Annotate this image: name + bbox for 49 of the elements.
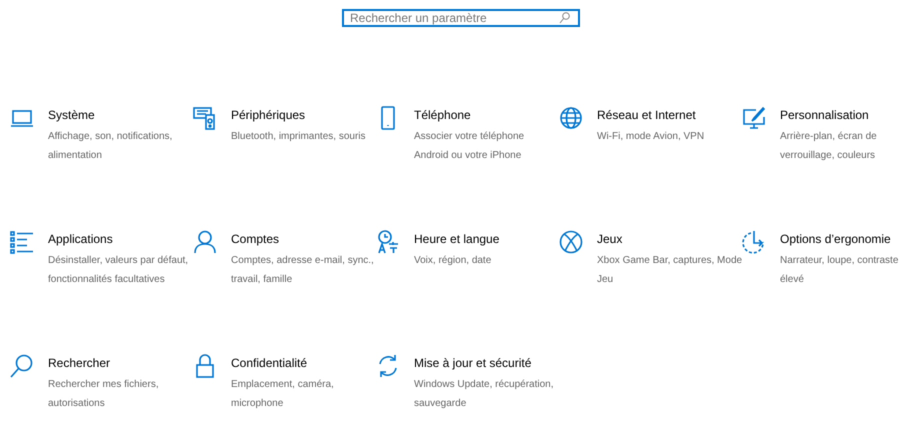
category-title[interactable]: Comptes (231, 231, 374, 247)
category-title[interactable]: Réseau et Internet (597, 107, 704, 123)
category-description: verrouillage, couleurs (780, 149, 876, 163)
category-description: Voix, région, date (414, 254, 492, 268)
category-description: Arrière-plan, écran de (780, 130, 877, 144)
category-title[interactable]: Heure et langue (414, 231, 500, 247)
globe-icon (559, 106, 583, 130)
category-title[interactable]: Mise à jour et sécurité (414, 355, 554, 371)
category-description: microphone (231, 397, 284, 411)
category-description: autorisations (48, 397, 106, 411)
category-description: alimentation (48, 149, 103, 163)
category-title[interactable]: Applications (48, 231, 188, 247)
category-title[interactable]: Périphériques (231, 107, 366, 123)
category-description: Narrateur, loupe, contraste (780, 254, 898, 268)
category-description: Bluetooth, imprimantes, souris (231, 130, 366, 144)
category-description: travail, famille (231, 273, 294, 287)
paint-monitor-icon (742, 106, 766, 130)
person-icon (193, 230, 217, 254)
ease-of-access-icon (742, 230, 766, 254)
category-title[interactable]: Options d’ergonomie (780, 231, 898, 247)
category-description: Rechercher mes fichiers, (48, 378, 159, 392)
category-title[interactable]: Système (48, 107, 172, 123)
category-description: Wi-Fi, mode Avion, VPN (597, 130, 704, 144)
category-description: élevé (780, 273, 805, 287)
search-icon (10, 354, 34, 378)
category-description: Android ou votre iPhone (414, 149, 522, 163)
category-description: Emplacement, caméra, (231, 378, 334, 392)
sync-arrows-icon (376, 354, 400, 378)
category-title[interactable]: Confidentialité (231, 355, 334, 371)
list-icon (10, 230, 34, 254)
category-description: Jeu (597, 273, 614, 287)
category-title[interactable]: Rechercher (48, 355, 159, 371)
category-title[interactable]: Personnalisation (780, 107, 877, 123)
keyboard-speaker-icon (193, 106, 217, 130)
category-description: Associer votre téléphone (414, 130, 524, 144)
clock-language-icon (376, 230, 400, 254)
search-icon (559, 12, 570, 24)
search-field[interactable]: Rechercher un paramètre (342, 9, 580, 27)
category-description: fonctionnalités facultatives (48, 273, 166, 287)
category-title[interactable]: Jeux (597, 231, 742, 247)
xbox-icon (559, 230, 583, 254)
category-description: Comptes, adresse e-mail, sync., (231, 254, 374, 268)
category-title[interactable]: Téléphone (414, 107, 524, 123)
category-description: Désinstaller, valeurs par défaut, (48, 254, 188, 268)
category-description: sauvegarde (414, 397, 468, 411)
category-description: Affichage, son, notifications, (48, 130, 172, 144)
category-description: Windows Update, récupération, (414, 378, 554, 392)
padlock-icon (193, 354, 217, 378)
category-description: Xbox Game Bar, captures, Mode (597, 254, 742, 268)
